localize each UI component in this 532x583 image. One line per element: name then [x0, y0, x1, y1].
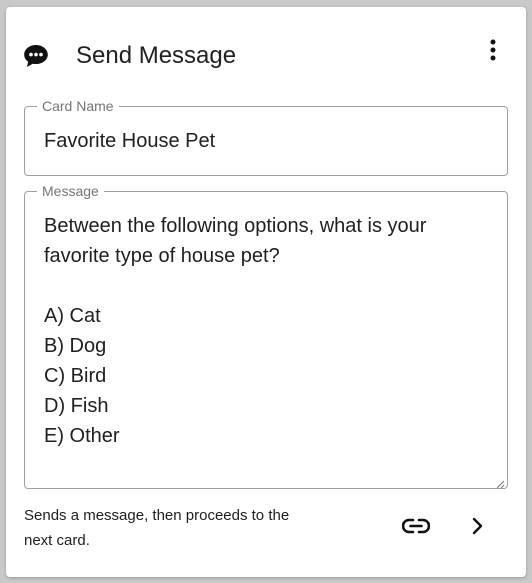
message-field[interactable]: Message Between the following options, w…	[24, 183, 508, 489]
message-textarea[interactable]: Between the following options, what is y…	[44, 211, 484, 451]
more-options-button[interactable]	[480, 39, 506, 65]
resize-grip-icon[interactable]	[495, 476, 505, 489]
card-title: Send Message	[76, 42, 237, 69]
message-label: Message	[37, 183, 104, 199]
chat-bubble-icon	[23, 44, 49, 68]
chevron-right-icon	[471, 517, 483, 540]
send-message-card: Send Message Card Name Favorite House Pe…	[6, 7, 526, 577]
card-description: Sends a message, then proceeds to the ne…	[24, 507, 290, 549]
card-name-field[interactable]: Card Name Favorite House Pet	[24, 98, 508, 176]
more-vertical-icon	[490, 39, 496, 66]
card-name-input[interactable]: Favorite House Pet	[44, 129, 215, 153]
link-icon	[401, 518, 431, 539]
next-button[interactable]	[464, 515, 490, 541]
card-name-label: Card Name	[37, 98, 119, 114]
link-button[interactable]	[401, 515, 431, 541]
